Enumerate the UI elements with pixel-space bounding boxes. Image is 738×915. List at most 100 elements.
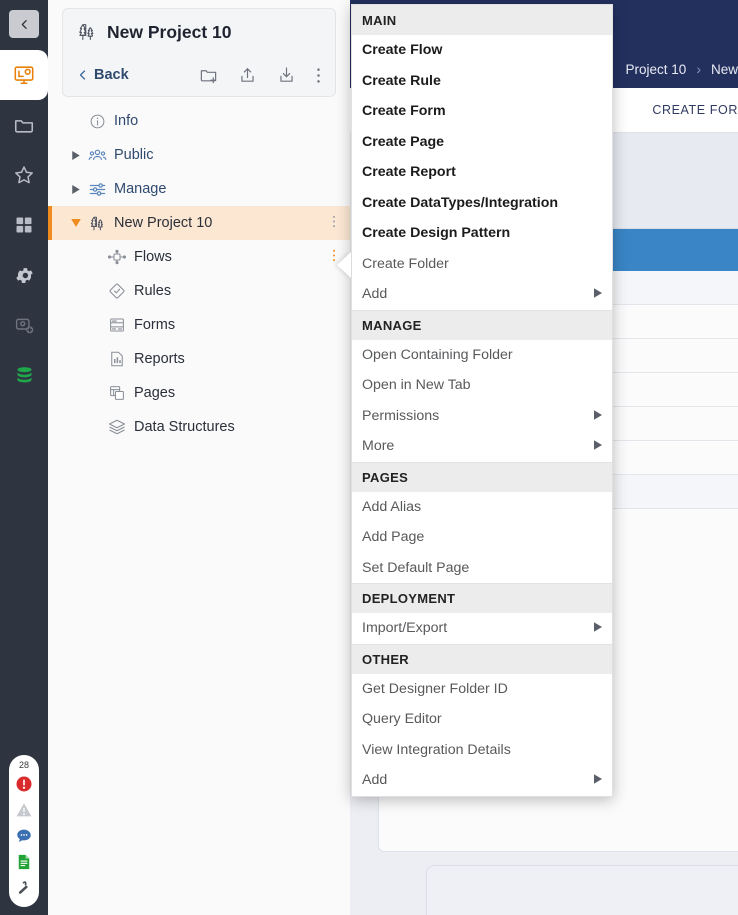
menu-item-add-other[interactable]: Add <box>352 765 612 796</box>
error-icon <box>16 776 32 792</box>
tree-item-forms[interactable]: Forms <box>48 308 350 342</box>
tree-item-label: New Project 10 <box>114 215 213 231</box>
report-icon <box>104 350 130 368</box>
menu-item-open-in-new-tab[interactable]: Open in New Tab <box>352 370 612 401</box>
chat-icon <box>17 829 31 842</box>
tree-item-label: Pages <box>134 385 176 401</box>
back-button[interactable]: Back <box>77 67 129 83</box>
rail-item-data[interactable] <box>0 350 48 400</box>
chat-icon-button[interactable] <box>12 823 36 849</box>
tree-item-manage[interactable]: Manage <box>48 172 350 206</box>
create-for-button[interactable]: CREATE FOR <box>652 103 738 117</box>
folder-plus-icon[interactable] <box>199 66 218 85</box>
tree-item-label: Reports <box>134 351 185 367</box>
explorer-panel: New Project 10 Back Info Public Manage N… <box>48 0 350 915</box>
debug-icon <box>18 881 28 894</box>
menu-item-set-default-page[interactable]: Set Default Page <box>352 553 612 584</box>
tree-item-label: Forms <box>134 317 176 333</box>
tree-item-flows[interactable]: Flows <box>48 240 350 274</box>
menu-item-more[interactable]: More <box>352 431 612 462</box>
submenu-arrow-icon <box>594 408 602 424</box>
tree-item-data-structures[interactable]: Data Structures <box>48 410 350 444</box>
rule-icon <box>104 282 130 300</box>
collapse-sidebar-button[interactable] <box>9 10 39 38</box>
menu-item-permissions[interactable]: Permissions <box>352 401 612 432</box>
menu-item-add-alias[interactable]: Add Alias <box>352 492 612 523</box>
tree-item-public[interactable]: Public <box>48 138 350 172</box>
tree-item-label: Rules <box>134 283 172 299</box>
tree-item-reports[interactable]: Reports <box>48 342 350 376</box>
menu-item-query-editor[interactable]: Query Editor <box>352 704 612 735</box>
menu-item-label: Add <box>362 772 388 789</box>
tree-item-label: Public <box>114 147 154 163</box>
menu-section-main: MAIN <box>352 5 612 35</box>
menu-item-import-export[interactable]: Import/Export <box>352 613 612 644</box>
people-icon <box>84 146 110 165</box>
caret-right-icon[interactable] <box>68 150 84 160</box>
menu-item-create-datatypes-integration[interactable]: Create DataTypes/Integration <box>352 188 612 219</box>
tree-item-label: Manage <box>114 181 167 197</box>
submenu-arrow-icon <box>594 620 602 636</box>
back-button-label: Back <box>94 67 129 83</box>
debug-icon-button[interactable] <box>12 875 36 901</box>
tree-item-kebab-button[interactable] <box>332 213 336 234</box>
monitor-chart-icon <box>14 66 34 85</box>
document-icon-button[interactable] <box>12 849 36 875</box>
menu-item-label: More <box>362 438 395 455</box>
kebab-icon[interactable] <box>316 66 321 85</box>
tree-item-new-project-10[interactable]: New Project 10 <box>48 206 350 240</box>
error-icon-button[interactable] <box>12 771 36 797</box>
submenu-arrow-icon <box>594 438 602 454</box>
menu-item-create-design-pattern[interactable]: Create Design Pattern <box>352 218 612 249</box>
menu-item-create-report[interactable]: Create Report <box>352 157 612 188</box>
page-title: New Project 10 <box>107 21 232 42</box>
rail-item-favorites[interactable] <box>0 150 48 200</box>
header-action-icons <box>199 66 321 85</box>
error-count-badge: 28 <box>18 760 29 770</box>
menu-item-view-integration-details[interactable]: View Integration Details <box>352 735 612 766</box>
menu-item-open-containing-folder[interactable]: Open Containing Folder <box>352 340 612 371</box>
warning-icon-button[interactable] <box>12 797 36 823</box>
menu-item-create-rule[interactable]: Create Rule <box>352 66 612 97</box>
chevron-right-icon: › <box>696 61 701 77</box>
breadcrumb-item-current[interactable]: New <box>711 62 738 77</box>
info-icon <box>84 113 110 130</box>
menu-item-create-page[interactable]: Create Page <box>352 127 612 158</box>
menu-item-create-form[interactable]: Create Form <box>352 96 612 127</box>
context-menu-pointer <box>337 252 351 278</box>
caret-down-icon[interactable] <box>68 219 84 227</box>
form-icon <box>104 316 130 334</box>
rail-item-apps[interactable] <box>0 200 48 250</box>
project-tree: Info Public Manage New Project 10 Flows … <box>48 104 350 444</box>
caret-right-icon[interactable] <box>68 184 84 194</box>
menu-item-create-flow[interactable]: Create Flow <box>352 35 612 66</box>
menu-item-add-page[interactable]: Add Page <box>352 522 612 553</box>
app-root: Project 10 › New CREATE FOR 28 New Proje… <box>0 0 738 915</box>
menu-section-pages: PAGES <box>352 461 612 492</box>
menu-item-add-main[interactable]: Add <box>352 279 612 310</box>
upload-icon[interactable] <box>238 66 257 85</box>
menu-section-other: OTHER <box>352 643 612 674</box>
tree-item-rules[interactable]: Rules <box>48 274 350 308</box>
breadcrumb-item-project[interactable]: Project 10 <box>626 62 687 77</box>
submenu-arrow-icon <box>594 772 602 788</box>
tree-item-info[interactable]: Info <box>48 104 350 138</box>
sliders-icon <box>84 180 110 199</box>
left-icon-rail: 28 <box>0 0 48 915</box>
submenu-arrow-icon <box>594 286 602 302</box>
chevron-left-icon <box>21 19 27 29</box>
tree-item-pages[interactable]: Pages <box>48 376 350 410</box>
folder-icon <box>14 120 34 133</box>
tree-item-kebab-button[interactable] <box>332 247 336 268</box>
rail-item-settings[interactable] <box>0 250 48 300</box>
rail-item-folders[interactable] <box>0 100 48 150</box>
menu-item-get-designer-folder-id[interactable]: Get Designer Folder ID <box>352 674 612 705</box>
rail-status-stack: 28 <box>9 755 39 907</box>
rail-item-designer-studio[interactable] <box>0 50 48 100</box>
menu-section-deployment: DEPLOYMENT <box>352 583 612 613</box>
warning-icon <box>16 803 32 817</box>
menu-item-create-folder[interactable]: Create Folder <box>352 249 612 280</box>
rail-item-add-database[interactable] <box>0 300 48 350</box>
layers-icon <box>104 418 130 436</box>
download-icon[interactable] <box>277 66 296 85</box>
